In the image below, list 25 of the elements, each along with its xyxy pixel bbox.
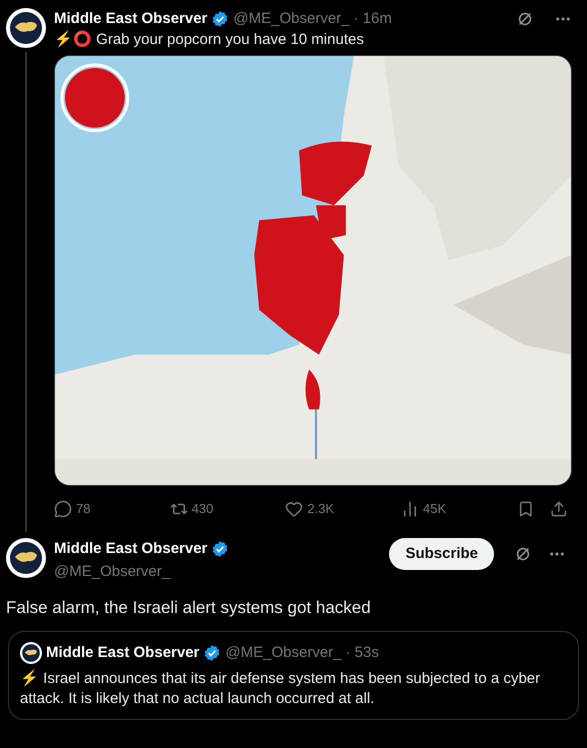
author-handle[interactable]: @ME_Observer_: [233, 8, 350, 30]
share-icon[interactable]: [550, 500, 568, 518]
views-button[interactable]: 45K: [401, 499, 517, 519]
post-text: ⚡⭕ Grab your popcorn you have 10 minutes: [54, 30, 365, 50]
post-text: False alarm, the Israeli alert systems got hacked: [5, 597, 372, 619]
repost-button[interactable]: 430: [170, 499, 286, 519]
avatar[interactable]: [20, 642, 42, 664]
reply-icon: [54, 500, 72, 518]
author-name: Middle East Observer: [46, 643, 200, 663]
author-handle[interactable]: @ME_Observer_: [54, 560, 230, 583]
quoted-post[interactable]: Middle East Observer @ME_Observer_ · 53s ⚡ Israel announces that its air defense system has been subjected to a cyber attack. It is likely that no actual launch occurred at all.: [8, 631, 579, 720]
like-icon: [285, 500, 304, 518]
grok-icon[interactable]: [516, 10, 534, 28]
reply-button[interactable]: 78: [54, 499, 170, 519]
avatar[interactable]: [6, 538, 46, 578]
author-name[interactable]: Middle East Observer: [54, 8, 208, 30]
author-name[interactable]: Middle East Observer: [54, 538, 208, 560]
author-handle: @ME_Observer_: [225, 643, 342, 663]
like-button[interactable]: 2.3K: [285, 499, 402, 519]
subscribe-button[interactable]: Subscribe: [389, 538, 494, 570]
avatar[interactable]: [6, 8, 46, 48]
grok-icon[interactable]: [514, 545, 532, 563]
post-time[interactable]: · 16m: [354, 8, 392, 30]
post-time: · 53s: [346, 643, 379, 663]
quoted-text: ⚡ Israel announces that its air defense system has been subjected to a cyber attack. It is likely that no actual launch occurred at all.: [20, 668, 542, 708]
